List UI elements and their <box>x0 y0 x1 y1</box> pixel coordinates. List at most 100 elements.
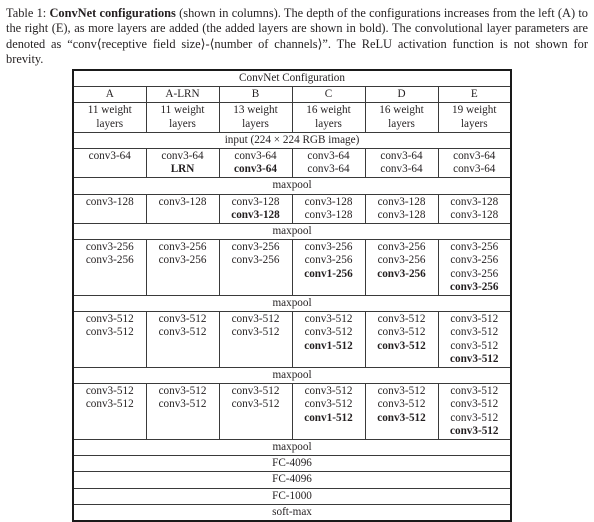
block-256-a-lrn: conv3-256 conv3-256 <box>145 239 220 297</box>
layer-label: conv3-256 <box>85 241 134 254</box>
block-128-e: conv3-128 conv3-128 <box>437 193 512 225</box>
layer-label: conv3-512 <box>85 313 134 326</box>
block-512-b-a-lrn: conv3-512 conv3-512 <box>145 383 220 441</box>
block-512-a-a-lrn: conv3-512 conv3-512 <box>145 311 220 369</box>
layer-label: conv3-64 <box>380 150 423 163</box>
table-title-row: ConvNet Configuration <box>72 69 512 88</box>
weight-layers-e: 19 weight layers <box>437 102 512 133</box>
block-64-d: conv3-64 conv3-64 <box>364 148 439 179</box>
maxpool-row: maxpool <box>72 367 512 385</box>
block-64-e: conv3-64 conv3-64 <box>437 148 512 179</box>
column-header-d: D <box>364 86 439 104</box>
layer-label: conv3-64 <box>234 163 277 176</box>
block-64-b: conv3-64 conv3-64 <box>218 148 293 179</box>
layer-label: conv3-512 <box>450 398 499 411</box>
layer-label: conv3-512 <box>377 339 426 352</box>
layer-label: conv3-512 <box>377 326 426 339</box>
layer-label: conv3-64 <box>307 163 350 176</box>
block-512-b-a: conv3-512 conv3-512 <box>72 383 147 441</box>
block-128-a-lrn: conv3-128 <box>145 193 220 225</box>
layer-label: conv3-64 <box>307 150 350 163</box>
maxpool-cell: maxpool <box>72 367 512 385</box>
layer-label: conv3-64 <box>161 150 204 163</box>
block-512-b-row: conv3-512 conv3-512 conv3-512 conv3-512 co… <box>72 383 512 441</box>
layer-label: conv3-256 <box>158 241 207 254</box>
block-512-b-b: conv3-512 conv3-512 <box>218 383 293 441</box>
tail-row-soft-max: soft-max <box>72 503 512 522</box>
tail-cell-soft-max: soft-max <box>72 503 512 522</box>
column-letters-row: A A-LRN B C D E <box>72 86 512 104</box>
layer-label: conv3-512 <box>450 411 499 424</box>
layer-label: conv3-128 <box>85 195 134 208</box>
maxpool-row: maxpool <box>72 439 512 457</box>
layer-label: conv3-512 <box>450 313 499 326</box>
maxpool-row: maxpool <box>72 223 512 241</box>
layer-label: conv3-128 <box>377 195 426 208</box>
weight-layers-c: 16 weight layers <box>291 102 366 133</box>
block-64-a: conv3-64 <box>72 148 147 179</box>
layer-label: conv3-512 <box>377 411 426 424</box>
block-256-e: conv3-256 conv3-256 conv3-256 conv3-256 <box>437 239 512 297</box>
layer-label: conv3-512 <box>85 326 134 339</box>
layer-label: conv1-512 <box>304 411 353 424</box>
block-64-a-lrn: conv3-64 LRN <box>145 148 220 179</box>
tail-cell-fc-4096: FC-4096 <box>72 455 512 473</box>
block-512-a-e: conv3-512 conv3-512 conv3-512 conv3-512 <box>437 311 512 369</box>
layer-label: conv3-512 <box>377 313 426 326</box>
layer-label: conv3-256 <box>377 254 426 267</box>
table-body: ConvNet Configuration A A-LRN B C D E 11 weight… <box>72 69 512 522</box>
block-512-a-a: conv3-512 conv3-512 <box>72 311 147 369</box>
layer-label: conv3-512 <box>231 313 280 326</box>
weight-layers-b: 13 weight layers <box>218 102 293 133</box>
block-256-c: conv3-256 conv3-256 conv1-256 <box>291 239 366 297</box>
weight-layers-d: 16 weight layers <box>364 102 439 133</box>
layer-label: conv3-64 <box>453 163 496 176</box>
layer-label: conv3-256 <box>450 254 499 267</box>
layer-label: conv3-512 <box>304 385 353 398</box>
layer-label: conv3-128 <box>158 195 207 208</box>
block-256-a: conv3-256 conv3-256 <box>72 239 147 297</box>
layer-label: conv3-256 <box>85 254 134 267</box>
layer-label: conv3-64 <box>453 150 496 163</box>
layer-label: conv3-512 <box>158 385 207 398</box>
convnet-configuration-table: ConvNet Configuration A A-LRN B C D E 11 weight… <box>72 69 513 522</box>
layer-label: conv3-512 <box>85 385 134 398</box>
maxpool-row: maxpool <box>72 177 512 195</box>
layer-label: conv3-128 <box>450 195 499 208</box>
block-512-a-row: conv3-512 conv3-512 conv3-512 conv3-512 co… <box>72 311 512 369</box>
maxpool-row: maxpool <box>72 295 512 313</box>
layer-label: conv3-128 <box>304 195 353 208</box>
layer-label: conv3-512 <box>377 398 426 411</box>
block-128-a: conv3-128 <box>72 193 147 225</box>
layer-label: LRN <box>170 163 195 176</box>
column-header-c: C <box>291 86 366 104</box>
layer-label: conv3-256 <box>377 241 426 254</box>
layer-label: conv3-64 <box>88 150 131 163</box>
layer-label: conv3-512 <box>231 398 280 411</box>
figure-page: Table 1: ConvNet configurations (shown i… <box>0 0 594 522</box>
layer-label: conv3-512 <box>450 424 499 437</box>
maxpool-cell: maxpool <box>72 177 512 195</box>
block-512-a-d: conv3-512 conv3-512 conv3-512 <box>364 311 439 369</box>
caption-bold-title: ConvNet configurations <box>49 6 176 20</box>
block-512-b-e: conv3-512 conv3-512 conv3-512 conv3-512 <box>437 383 512 441</box>
layer-label: conv3-512 <box>85 398 134 411</box>
block-128-c: conv3-128 conv3-128 <box>291 193 366 225</box>
layer-label: conv3-128 <box>377 208 426 221</box>
layer-label: conv3-512 <box>158 313 207 326</box>
caption-prefix: Table 1: <box>6 6 50 20</box>
column-header-a: A <box>72 86 147 104</box>
weight-layers-a-lrn: 11 weight layers <box>145 102 220 133</box>
layer-label: conv3-512 <box>450 339 499 352</box>
input-row: input (224 × 224 RGB image) <box>72 131 512 150</box>
block-128-b: conv3-128 conv3-128 <box>218 193 293 225</box>
block-64-row: conv3-64 conv3-64 LRN conv3-64 conv3-64 conv… <box>72 148 512 179</box>
layer-label: conv3-512 <box>450 385 499 398</box>
input-cell: input (224 × 224 RGB image) <box>72 131 512 150</box>
block-512-b-d: conv3-512 conv3-512 conv3-512 <box>364 383 439 441</box>
layer-label: conv3-512 <box>304 398 353 411</box>
layer-label: conv3-512 <box>158 398 207 411</box>
block-512-b-c: conv3-512 conv3-512 conv1-512 <box>291 383 366 441</box>
block-512-a-c: conv3-512 conv3-512 conv1-512 <box>291 311 366 369</box>
column-header-a-lrn: A-LRN <box>145 86 220 104</box>
